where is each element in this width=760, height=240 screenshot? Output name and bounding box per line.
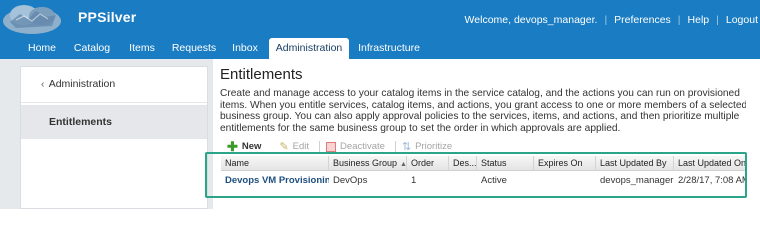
chevron-left-icon: ‹: [41, 79, 45, 90]
tab-inbox[interactable]: Inbox: [226, 38, 264, 59]
cell-last-updated-by: devops_manager: [600, 175, 674, 186]
table-header: Name Business Group ▲ Order Des... Status…: [221, 156, 757, 171]
sidebar-item-entitlements[interactable]: Entitlements: [21, 105, 207, 139]
column-header-name[interactable]: Name: [221, 156, 329, 171]
link-separator: |: [716, 14, 719, 26]
cell-expires-on: [534, 172, 596, 190]
prioritize-icon: ⇅: [401, 141, 412, 153]
plus-icon: ✚: [227, 138, 238, 154]
deactivate-button-label: Deactivate: [340, 141, 385, 152]
cell-business-group: DevOps: [333, 175, 368, 186]
tab-catalog[interactable]: Catalog: [68, 38, 116, 59]
tab-administration[interactable]: Administration: [269, 38, 349, 59]
tab-home[interactable]: Home: [22, 38, 62, 59]
column-header-last-updated-on[interactable]: Last Updated On: [674, 156, 757, 171]
logout-link[interactable]: Logout: [726, 14, 758, 26]
new-button[interactable]: ✚ New: [227, 139, 261, 155]
deactivate-button[interactable]: Deactivate: [326, 141, 385, 152]
toolbar-divider: [394, 140, 396, 153]
column-header-business-group[interactable]: Business Group ▲: [329, 156, 407, 171]
cell-last-updated-on: 2/28/17, 7:08 AM: [678, 175, 750, 186]
pencil-icon: ✎: [279, 141, 289, 153]
help-link[interactable]: Help: [688, 14, 710, 26]
sidebar-back-label: Administration: [48, 78, 116, 90]
cell-order: 1: [411, 175, 417, 186]
column-header-last-updated-by[interactable]: Last Updated By: [596, 156, 674, 171]
edit-button[interactable]: ✎ Edit: [279, 140, 309, 153]
link-separator: |: [677, 14, 681, 26]
column-header-order[interactable]: Order: [407, 156, 449, 171]
right-edge-panel: [746, 59, 760, 209]
grid-toolbar: ✚ New ✎ Edit Deactivate ⇅ Prioritize: [213, 137, 760, 156]
top-header: PPSilver Welcome, devops_manager. | Pref…: [0, 0, 760, 38]
preferences-link[interactable]: Preferences: [614, 14, 671, 26]
welcome-user-link[interactable]: Welcome, devops_manager.: [465, 14, 598, 26]
toolbar-divider: [319, 140, 321, 153]
main-panel: Entitlements Create and manage access to…: [213, 59, 760, 209]
content-area: ‹ Administration Entitlements Entitlemen…: [0, 59, 760, 209]
tab-items[interactable]: Items: [124, 38, 160, 59]
sidebar-back-administration[interactable]: ‹ Administration: [21, 67, 207, 103]
sidebar: ‹ Administration Entitlements: [20, 66, 208, 209]
page-title: Entitlements: [220, 66, 303, 83]
app-title: PPSilver: [78, 9, 137, 25]
main-nav: Home Catalog Items Requests Inbox Admini…: [0, 38, 760, 59]
cell-description: [449, 172, 477, 190]
prioritize-button[interactable]: ⇅ Prioritize: [402, 140, 452, 153]
sort-ascending-icon: ▲: [400, 161, 407, 168]
new-button-label: New: [241, 141, 262, 152]
table-row[interactable]: Devops VM Provisioning DevOps 1 Active d…: [221, 172, 757, 190]
page-description: Create and manage access to your catalog…: [220, 88, 748, 134]
column-header-status[interactable]: Status: [477, 156, 534, 171]
link-separator: |: [604, 14, 608, 26]
tab-infrastructure[interactable]: Infrastructure: [354, 38, 424, 59]
cell-status: Active: [481, 175, 507, 186]
tab-requests[interactable]: Requests: [166, 38, 222, 59]
cloud-logo-icon: [3, 5, 61, 34]
user-links: Welcome, devops_manager. | Preferences |…: [465, 14, 758, 26]
deactivate-icon: [326, 141, 337, 152]
column-header-description[interactable]: Des...: [449, 156, 477, 171]
edit-button-label: Edit: [292, 141, 310, 152]
column-header-expires-on[interactable]: Expires On: [534, 156, 596, 171]
prioritize-button-label: Prioritize: [415, 141, 453, 152]
cell-name[interactable]: Devops VM Provisioning: [221, 172, 329, 190]
